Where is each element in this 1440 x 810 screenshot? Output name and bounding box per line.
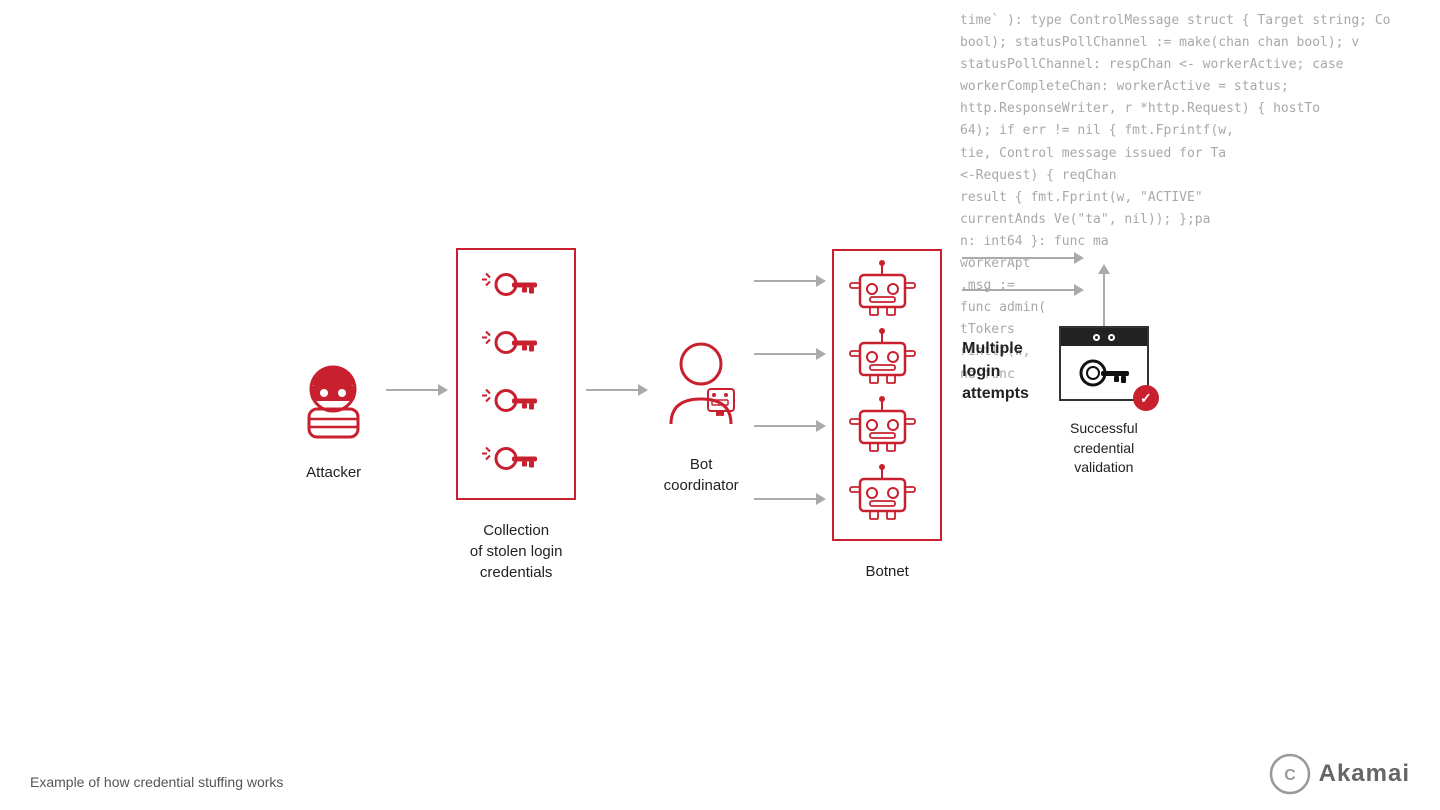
- fan-arrows: [754, 250, 824, 530]
- robot-4: [850, 467, 924, 527]
- key-4: [474, 436, 558, 486]
- main-diagram: Attacker: [0, 120, 1440, 710]
- window-dot-1: [1093, 334, 1100, 341]
- coordinator-node: Botcoordinator: [656, 334, 746, 496]
- svg-text:C: C: [1284, 767, 1296, 784]
- top-arrow-row: [962, 257, 1082, 259]
- attacker-label: Attacker: [306, 462, 361, 483]
- coordinator-icon: [656, 334, 746, 434]
- botnet-node: Botnet: [832, 249, 942, 582]
- vertical-arrow-shaft: [1103, 266, 1105, 326]
- fan-arrow-3: [754, 425, 824, 427]
- arrow-line-2: [586, 389, 646, 391]
- arrow-line-1: [386, 389, 446, 391]
- collection-box: [456, 248, 576, 500]
- code-line: workerCompleteChan: workerActive = statu…: [960, 76, 1420, 98]
- successful-label: Successfulcredentialvalidation: [1070, 419, 1138, 478]
- code-line: time` ): type ControlMessage struct { Ta…: [960, 10, 1420, 32]
- credential-box: ✓: [1059, 326, 1149, 401]
- robot-2: [850, 331, 924, 391]
- botnet-label: Botnet: [865, 561, 908, 582]
- fan-arrow-4: [754, 498, 824, 500]
- checkmark-badge: ✓: [1133, 385, 1159, 411]
- fan-arrow-2: [754, 353, 824, 355]
- botnet-box: [832, 249, 942, 541]
- collection-label: Collectionof stolen logincredentials: [470, 520, 563, 583]
- key-1: [474, 262, 558, 312]
- robot-3: [850, 399, 924, 459]
- coordinator-label: Botcoordinator: [664, 454, 739, 496]
- credential-validation-group: ✓ Successfulcredentialvalidation: [1059, 266, 1149, 478]
- vertical-arrow-container: [1103, 266, 1105, 326]
- collection-node: Collectionof stolen logincredentials: [456, 248, 576, 583]
- footer-caption: Example of how credential stuffing works: [30, 774, 283, 790]
- right-section: Multipleloginattempts: [962, 257, 1149, 523]
- arrow-1: [386, 389, 446, 391]
- arrow-2: [586, 389, 646, 391]
- top-arrow-line: [962, 257, 1082, 259]
- akamai-icon: C: [1269, 753, 1311, 795]
- multiple-login-label: Multipleloginattempts: [962, 338, 1029, 405]
- key-2: [474, 320, 558, 370]
- akamai-brand-name: Akamai: [1319, 760, 1410, 788]
- code-line: http.ResponseWriter, r *http.Request) { …: [960, 98, 1420, 120]
- credential-row: Multipleloginattempts: [962, 266, 1149, 478]
- key-3: [474, 378, 558, 428]
- attacker-icon: [291, 347, 376, 442]
- code-line: statusPollChannel: respChan <- workerAct…: [960, 54, 1420, 76]
- window-dot-2: [1108, 334, 1115, 341]
- key-icon-large: [1079, 353, 1129, 393]
- window-title-bar: [1061, 328, 1147, 346]
- akamai-logo: C Akamai: [1269, 753, 1410, 795]
- fan-arrow-1: [754, 280, 824, 282]
- attacker-node: Attacker: [291, 347, 376, 483]
- robot-1: [850, 263, 924, 323]
- code-line: bool); statusPollChannel := make(chan ch…: [960, 32, 1420, 54]
